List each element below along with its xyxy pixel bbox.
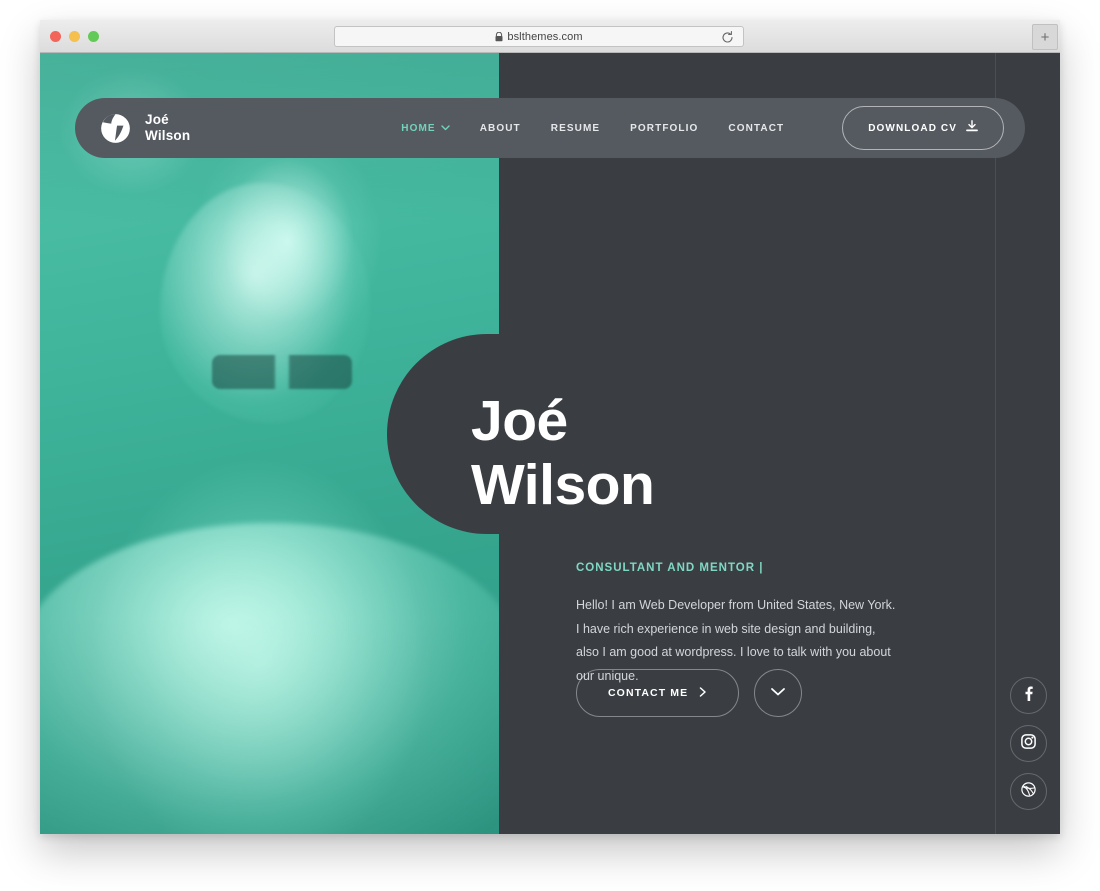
- window-close-button[interactable]: [50, 31, 61, 42]
- social-links-rail: [1010, 677, 1047, 810]
- address-bar-text: bslthemes.com: [507, 30, 583, 43]
- chevron-down-icon: [770, 684, 786, 702]
- window-maximize-button[interactable]: [88, 31, 99, 42]
- window-minimize-button[interactable]: [69, 31, 80, 42]
- brand[interactable]: Joé Wilson: [100, 112, 190, 145]
- hero-role-typed-text: CONSULTANT AND MENTOR |: [576, 562, 764, 574]
- dribbble-icon: [1021, 781, 1036, 802]
- download-cv-button[interactable]: DOWNLOAD CV: [842, 106, 1004, 150]
- browser-chrome: bslthemes.com +: [40, 20, 1060, 53]
- main-nav: HOME ABOUT RESUME PORTFOLIO CONTACT DOWN…: [401, 106, 1025, 150]
- window-controls: [50, 31, 99, 42]
- nav-item-about[interactable]: ABOUT: [480, 123, 521, 134]
- hero-actions: CONTACT ME: [576, 669, 803, 717]
- brand-logo-icon: [101, 113, 130, 143]
- nav-item-portfolio[interactable]: PORTFOLIO: [630, 123, 698, 134]
- arrow-right-icon: [699, 686, 707, 700]
- browser-window: bslthemes.com + Joé Wilson HOME ABOUT RE…: [40, 20, 1060, 834]
- scroll-down-button[interactable]: [754, 669, 803, 717]
- nav-item-resume[interactable]: RESUME: [551, 123, 600, 134]
- nav-item-contact-label: CONTACT: [728, 122, 785, 134]
- social-link-facebook[interactable]: [1010, 677, 1047, 714]
- address-bar[interactable]: bslthemes.com: [334, 26, 744, 47]
- nav-item-home[interactable]: HOME: [401, 122, 450, 134]
- nav-item-resume-label: RESUME: [550, 122, 601, 134]
- facebook-icon: [1025, 686, 1033, 706]
- hero-name: Joé Wilson: [471, 389, 655, 517]
- vertical-divider: [995, 53, 996, 834]
- social-link-dribbble[interactable]: [1010, 773, 1047, 810]
- nav-item-about-label: ABOUT: [479, 122, 521, 134]
- contact-me-label: CONTACT ME: [608, 687, 689, 699]
- nav-item-home-label: HOME: [401, 122, 436, 134]
- brand-name: Joé Wilson: [145, 111, 191, 143]
- lock-icon: [495, 31, 503, 42]
- new-tab-label: +: [1040, 28, 1050, 46]
- nav-item-contact[interactable]: CONTACT: [728, 123, 784, 134]
- chevron-down-icon: [441, 123, 450, 134]
- reload-icon[interactable]: [720, 30, 735, 45]
- nav-item-portfolio-label: PORTFOLIO: [630, 122, 699, 134]
- instagram-icon: [1021, 733, 1036, 754]
- social-link-instagram[interactable]: [1010, 725, 1047, 762]
- contact-me-button[interactable]: CONTACT ME: [576, 669, 740, 717]
- page-viewport: Joé Wilson HOME ABOUT RESUME PORTFOLIO C…: [40, 53, 1060, 834]
- site-header: Joé Wilson HOME ABOUT RESUME PORTFOLIO C…: [75, 98, 1025, 158]
- download-cv-label: DOWNLOAD CV: [868, 122, 957, 134]
- download-icon: [966, 120, 978, 136]
- new-tab-button[interactable]: +: [1032, 24, 1058, 50]
